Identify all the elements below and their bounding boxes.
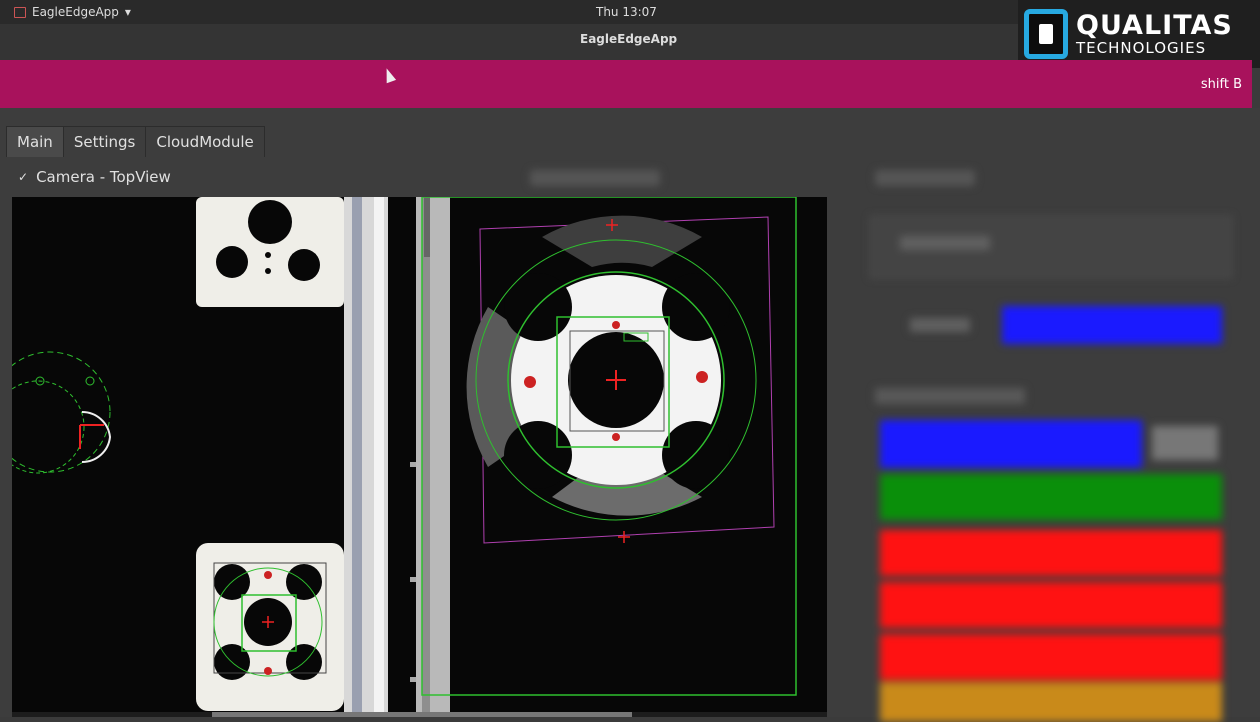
table-row-red — [880, 530, 1222, 576]
logo-line2: TECHNOLOGIES — [1076, 39, 1207, 57]
blue-button[interactable] — [880, 420, 1142, 468]
clock[interactable]: Thu 13:07 — [596, 5, 657, 19]
table-header-green — [880, 474, 1222, 520]
company-logo: QUALITAS TECHNOLOGIES — [1018, 0, 1260, 68]
table-row-orange — [880, 682, 1222, 722]
window-icon — [14, 6, 26, 18]
panel-heading-blur — [875, 170, 975, 186]
panel-field-blur — [900, 236, 990, 250]
table-row-red — [880, 582, 1222, 628]
tab-bar: Main Settings CloudModule — [6, 126, 265, 157]
panel-heading-blur — [530, 170, 660, 186]
table-row-red — [880, 634, 1222, 680]
caret-down-icon: ▾ — [124, 5, 131, 19]
camera-section-title: Camera - TopView — [36, 168, 171, 186]
window-title: EagleEdgeApp — [580, 32, 678, 46]
panel-label-blur — [875, 388, 1025, 404]
checkmark-icon: ✓ — [18, 170, 29, 184]
logo-icon — [1024, 9, 1068, 59]
camera-section-header[interactable]: ✓ Camera - TopView — [18, 168, 171, 186]
tab-settings[interactable]: Settings — [62, 126, 147, 157]
grey-button[interactable] — [1152, 426, 1218, 460]
status-bar: shift B — [0, 60, 1252, 108]
inspection-results-panel — [530, 150, 1260, 722]
blue-bar — [1002, 306, 1222, 344]
camera-view[interactable] — [12, 197, 827, 717]
camera-feed-image — [12, 197, 827, 717]
app-menu[interactable]: EagleEdgeApp ▾ — [14, 5, 131, 19]
tab-cloudmodule[interactable]: CloudModule — [145, 126, 265, 157]
logo-line1: QUALITAS — [1076, 10, 1233, 41]
app-menu-label: EagleEdgeApp — [32, 5, 119, 19]
panel-field-blur — [910, 318, 970, 332]
tab-main[interactable]: Main — [6, 126, 64, 157]
shift-label: shift B — [1200, 77, 1242, 92]
